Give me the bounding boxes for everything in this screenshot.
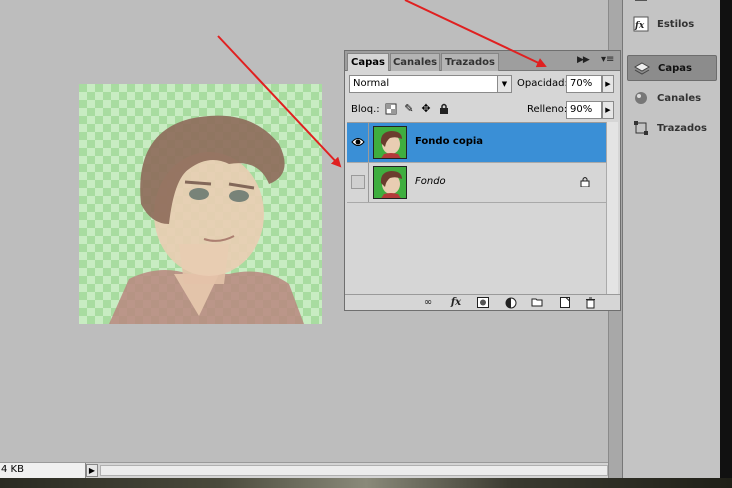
dock-item-label: Estilos (657, 18, 695, 30)
channels-icon (633, 90, 649, 106)
history-icon (633, 0, 649, 9)
dock-item-canales[interactable]: Canales (627, 85, 717, 111)
chevron-down-icon[interactable]: ▼ (497, 76, 511, 92)
tab-canales[interactable]: Canales (390, 53, 440, 71)
trash-icon[interactable] (583, 297, 597, 309)
link-layers-icon[interactable]: ∞ (421, 297, 435, 309)
layer-list: Fondo copia Fondo (347, 122, 606, 294)
layer-row-fondo[interactable]: Fondo (347, 163, 606, 203)
dock-item-top-partial[interactable] (627, 0, 717, 10)
layer-name[interactable]: Fondo (415, 176, 446, 187)
vertical-scrollbar[interactable] (606, 122, 618, 294)
artwork-cartoon-portrait (79, 84, 322, 324)
new-layer-icon[interactable] (558, 297, 572, 309)
dock-item-estilos[interactable]: fx Estilos (627, 11, 717, 37)
add-mask-icon[interactable] (476, 297, 490, 309)
lock-paint-brush-icon[interactable]: ✎ (403, 103, 415, 115)
layers-panel-footer: ∞ fx (345, 294, 620, 310)
visibility-toggle[interactable] (347, 123, 369, 162)
dock-item-capas[interactable]: Capas (627, 55, 717, 81)
status-bar: 4 KB ▶ (0, 462, 608, 478)
lock-label: Bloq.: (351, 104, 380, 115)
dock-item-trazados[interactable]: Trazados (627, 115, 717, 141)
lock-all-icon[interactable] (438, 103, 450, 115)
opacity-label: Opacidad: (517, 78, 568, 89)
fill-input[interactable]: 90% (566, 101, 602, 119)
adjustment-layer-icon[interactable] (504, 297, 518, 309)
visibility-toggle[interactable] (347, 163, 369, 202)
fill-label: Relleno: (527, 104, 568, 115)
layers-icon (633, 60, 651, 76)
lock-move-icon[interactable]: ✥ (420, 103, 432, 115)
panel-dock: fx Estilos Capas Canales Trazados (622, 0, 720, 478)
dock-item-label: Capas (658, 62, 692, 74)
lock-transparency-icon[interactable] (385, 103, 397, 115)
collapse-panel-icon[interactable]: ▶▶ (577, 55, 590, 65)
panel-tab-bar: Capas Canales Trazados ▶▶ ▾≡ (345, 51, 620, 71)
layer-style-fx-icon[interactable]: fx (449, 297, 463, 309)
visibility-empty-box[interactable] (351, 175, 365, 189)
tab-capas[interactable]: Capas (347, 53, 389, 71)
layer-thumbnail (373, 166, 407, 199)
fill-slider-arrow-icon[interactable]: ▶ (602, 101, 614, 119)
svg-text:fx: fx (634, 21, 645, 31)
doc-size-readout: 4 KB (0, 463, 86, 478)
horizontal-scrollbar[interactable] (100, 465, 608, 476)
layers-panel: Capas Canales Trazados ▶▶ ▾≡ Normal ▼ Op… (344, 50, 621, 311)
blend-mode-value: Normal (353, 78, 390, 89)
eye-icon[interactable] (351, 136, 365, 151)
status-menu-arrow-icon[interactable]: ▶ (86, 464, 98, 477)
dock-item-label: Trazados (657, 122, 707, 134)
desktop-background-strip (0, 478, 732, 488)
layer-name[interactable]: Fondo copia (415, 136, 483, 147)
opacity-slider-arrow-icon[interactable]: ▶ (602, 75, 614, 93)
dock-item-label: Canales (657, 92, 702, 104)
styles-icon: fx (633, 16, 649, 32)
blend-mode-select[interactable]: Normal ▼ (349, 75, 512, 93)
layer-thumbnail (373, 126, 407, 159)
tab-trazados[interactable]: Trazados (441, 53, 499, 71)
opacity-input[interactable]: 70% (566, 75, 602, 93)
panel-menu-icon[interactable]: ▾≡ (601, 54, 614, 65)
layer-row-fondo-copia[interactable]: Fondo copia (347, 123, 606, 163)
new-group-icon[interactable] (530, 297, 544, 309)
layer-lock-icon (580, 176, 590, 190)
window-edge (720, 0, 732, 478)
paths-icon (633, 120, 649, 136)
